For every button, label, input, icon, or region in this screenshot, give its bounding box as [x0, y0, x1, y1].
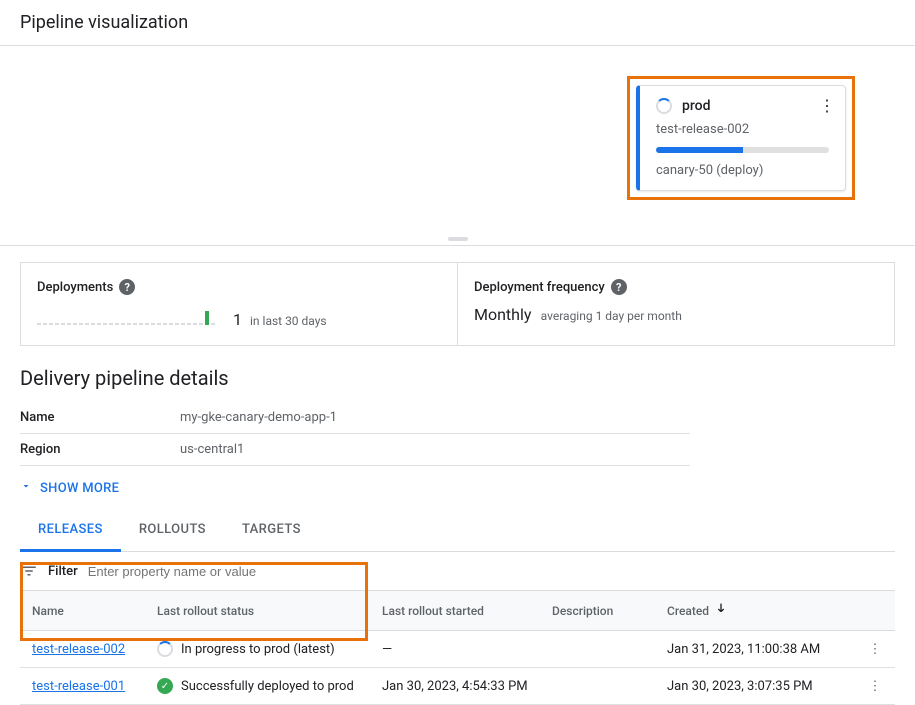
- chevron-down-icon: [20, 480, 32, 496]
- detail-label-name: Name: [20, 402, 180, 434]
- progress-bar: [656, 147, 829, 153]
- deployments-count: 1: [233, 310, 242, 329]
- status-text: In progress to prod (latest): [181, 642, 335, 657]
- frequency-stat: Deployment frequency ? Monthly averaging…: [457, 262, 895, 345]
- spinner-icon: [157, 641, 173, 657]
- target-name: prod: [682, 98, 710, 114]
- detail-value-region: us-central1: [180, 434, 690, 466]
- progress-fill: [656, 147, 743, 153]
- col-status[interactable]: Last rollout status: [145, 591, 370, 631]
- help-icon[interactable]: ?: [119, 279, 135, 295]
- filter-label: Filter: [48, 564, 78, 579]
- filter-input[interactable]: [88, 564, 895, 579]
- release-link[interactable]: test-release-002: [32, 642, 125, 657]
- page-title: Pipeline visualization: [0, 0, 915, 46]
- tab-targets[interactable]: TARGETS: [224, 510, 319, 551]
- detail-value-name: my-gke-canary-demo-app-1: [180, 402, 690, 434]
- started-cell: —: [370, 631, 540, 668]
- detail-label-region: Region: [20, 434, 180, 466]
- deployments-stat: Deployments ? 1 in last 30 days: [20, 262, 457, 345]
- target-card-prod[interactable]: prod ⋮ test-release-002 canary-50 (deplo…: [636, 85, 846, 191]
- target-phase-label: canary-50 (deploy): [656, 163, 829, 178]
- target-release-label: test-release-002: [656, 122, 829, 137]
- col-created-label: Created: [667, 604, 709, 618]
- col-name[interactable]: Name: [20, 591, 145, 631]
- releases-table: Name Last rollout status Last rollout st…: [20, 590, 895, 705]
- tab-rollouts[interactable]: ROLLOUTS: [121, 510, 224, 551]
- created-cell: Jan 31, 2023, 11:00:38 AM: [655, 631, 855, 668]
- col-started[interactable]: Last rollout started: [370, 591, 540, 631]
- frequency-sub: averaging 1 day per month: [541, 309, 682, 323]
- target-card-highlight: prod ⋮ test-release-002 canary-50 (deplo…: [627, 76, 855, 200]
- started-cell: Jan 30, 2023, 4:54:33 PM: [370, 668, 540, 705]
- success-icon: ✓: [157, 678, 173, 694]
- created-cell: Jan 30, 2023, 3:07:35 PM: [655, 668, 855, 705]
- frequency-label: Deployment frequency: [474, 280, 605, 295]
- col-description[interactable]: Description: [540, 591, 655, 631]
- show-more-button[interactable]: SHOW MORE: [0, 466, 915, 510]
- status-cell: ✓ Successfully deployed to prod: [157, 678, 358, 694]
- show-more-label: SHOW MORE: [40, 481, 119, 496]
- release-link[interactable]: test-release-001: [32, 679, 125, 694]
- deployments-label: Deployments: [37, 280, 113, 295]
- filter-row: Filter: [0, 552, 915, 590]
- tabs: RELEASES ROLLOUTS TARGETS: [20, 510, 895, 552]
- filter-icon[interactable]: [20, 562, 38, 580]
- stats-row: Deployments ? 1 in last 30 days Deployme…: [20, 262, 895, 346]
- frequency-value: Monthly: [474, 305, 531, 324]
- col-created[interactable]: Created: [655, 591, 855, 631]
- status-text: Successfully deployed to prod: [181, 679, 354, 694]
- description-cell: [540, 631, 655, 668]
- description-cell: [540, 668, 655, 705]
- deployments-sparkline: [37, 305, 215, 325]
- details-section-title: Delivery pipeline details: [0, 346, 915, 402]
- deployments-period: in last 30 days: [250, 314, 327, 328]
- more-vert-icon[interactable]: ⋮: [855, 631, 895, 668]
- resize-handle[interactable]: [448, 237, 468, 241]
- status-cell: In progress to prod (latest): [157, 641, 358, 657]
- arrow-down-icon: [713, 601, 729, 620]
- more-vert-icon[interactable]: ⋮: [855, 668, 895, 705]
- pipeline-visualization-area: prod ⋮ test-release-002 canary-50 (deplo…: [0, 46, 915, 246]
- help-icon[interactable]: ?: [611, 279, 627, 295]
- spinner-icon: [656, 98, 672, 114]
- table-row: test-release-002 In progress to prod (lat…: [20, 631, 895, 668]
- table-row: test-release-001 ✓ Successfully deployed t…: [20, 668, 895, 705]
- tab-releases[interactable]: RELEASES: [20, 510, 121, 552]
- more-vert-icon[interactable]: ⋮: [819, 96, 835, 115]
- details-table: Name my-gke-canary-demo-app-1 Region us-…: [20, 402, 690, 466]
